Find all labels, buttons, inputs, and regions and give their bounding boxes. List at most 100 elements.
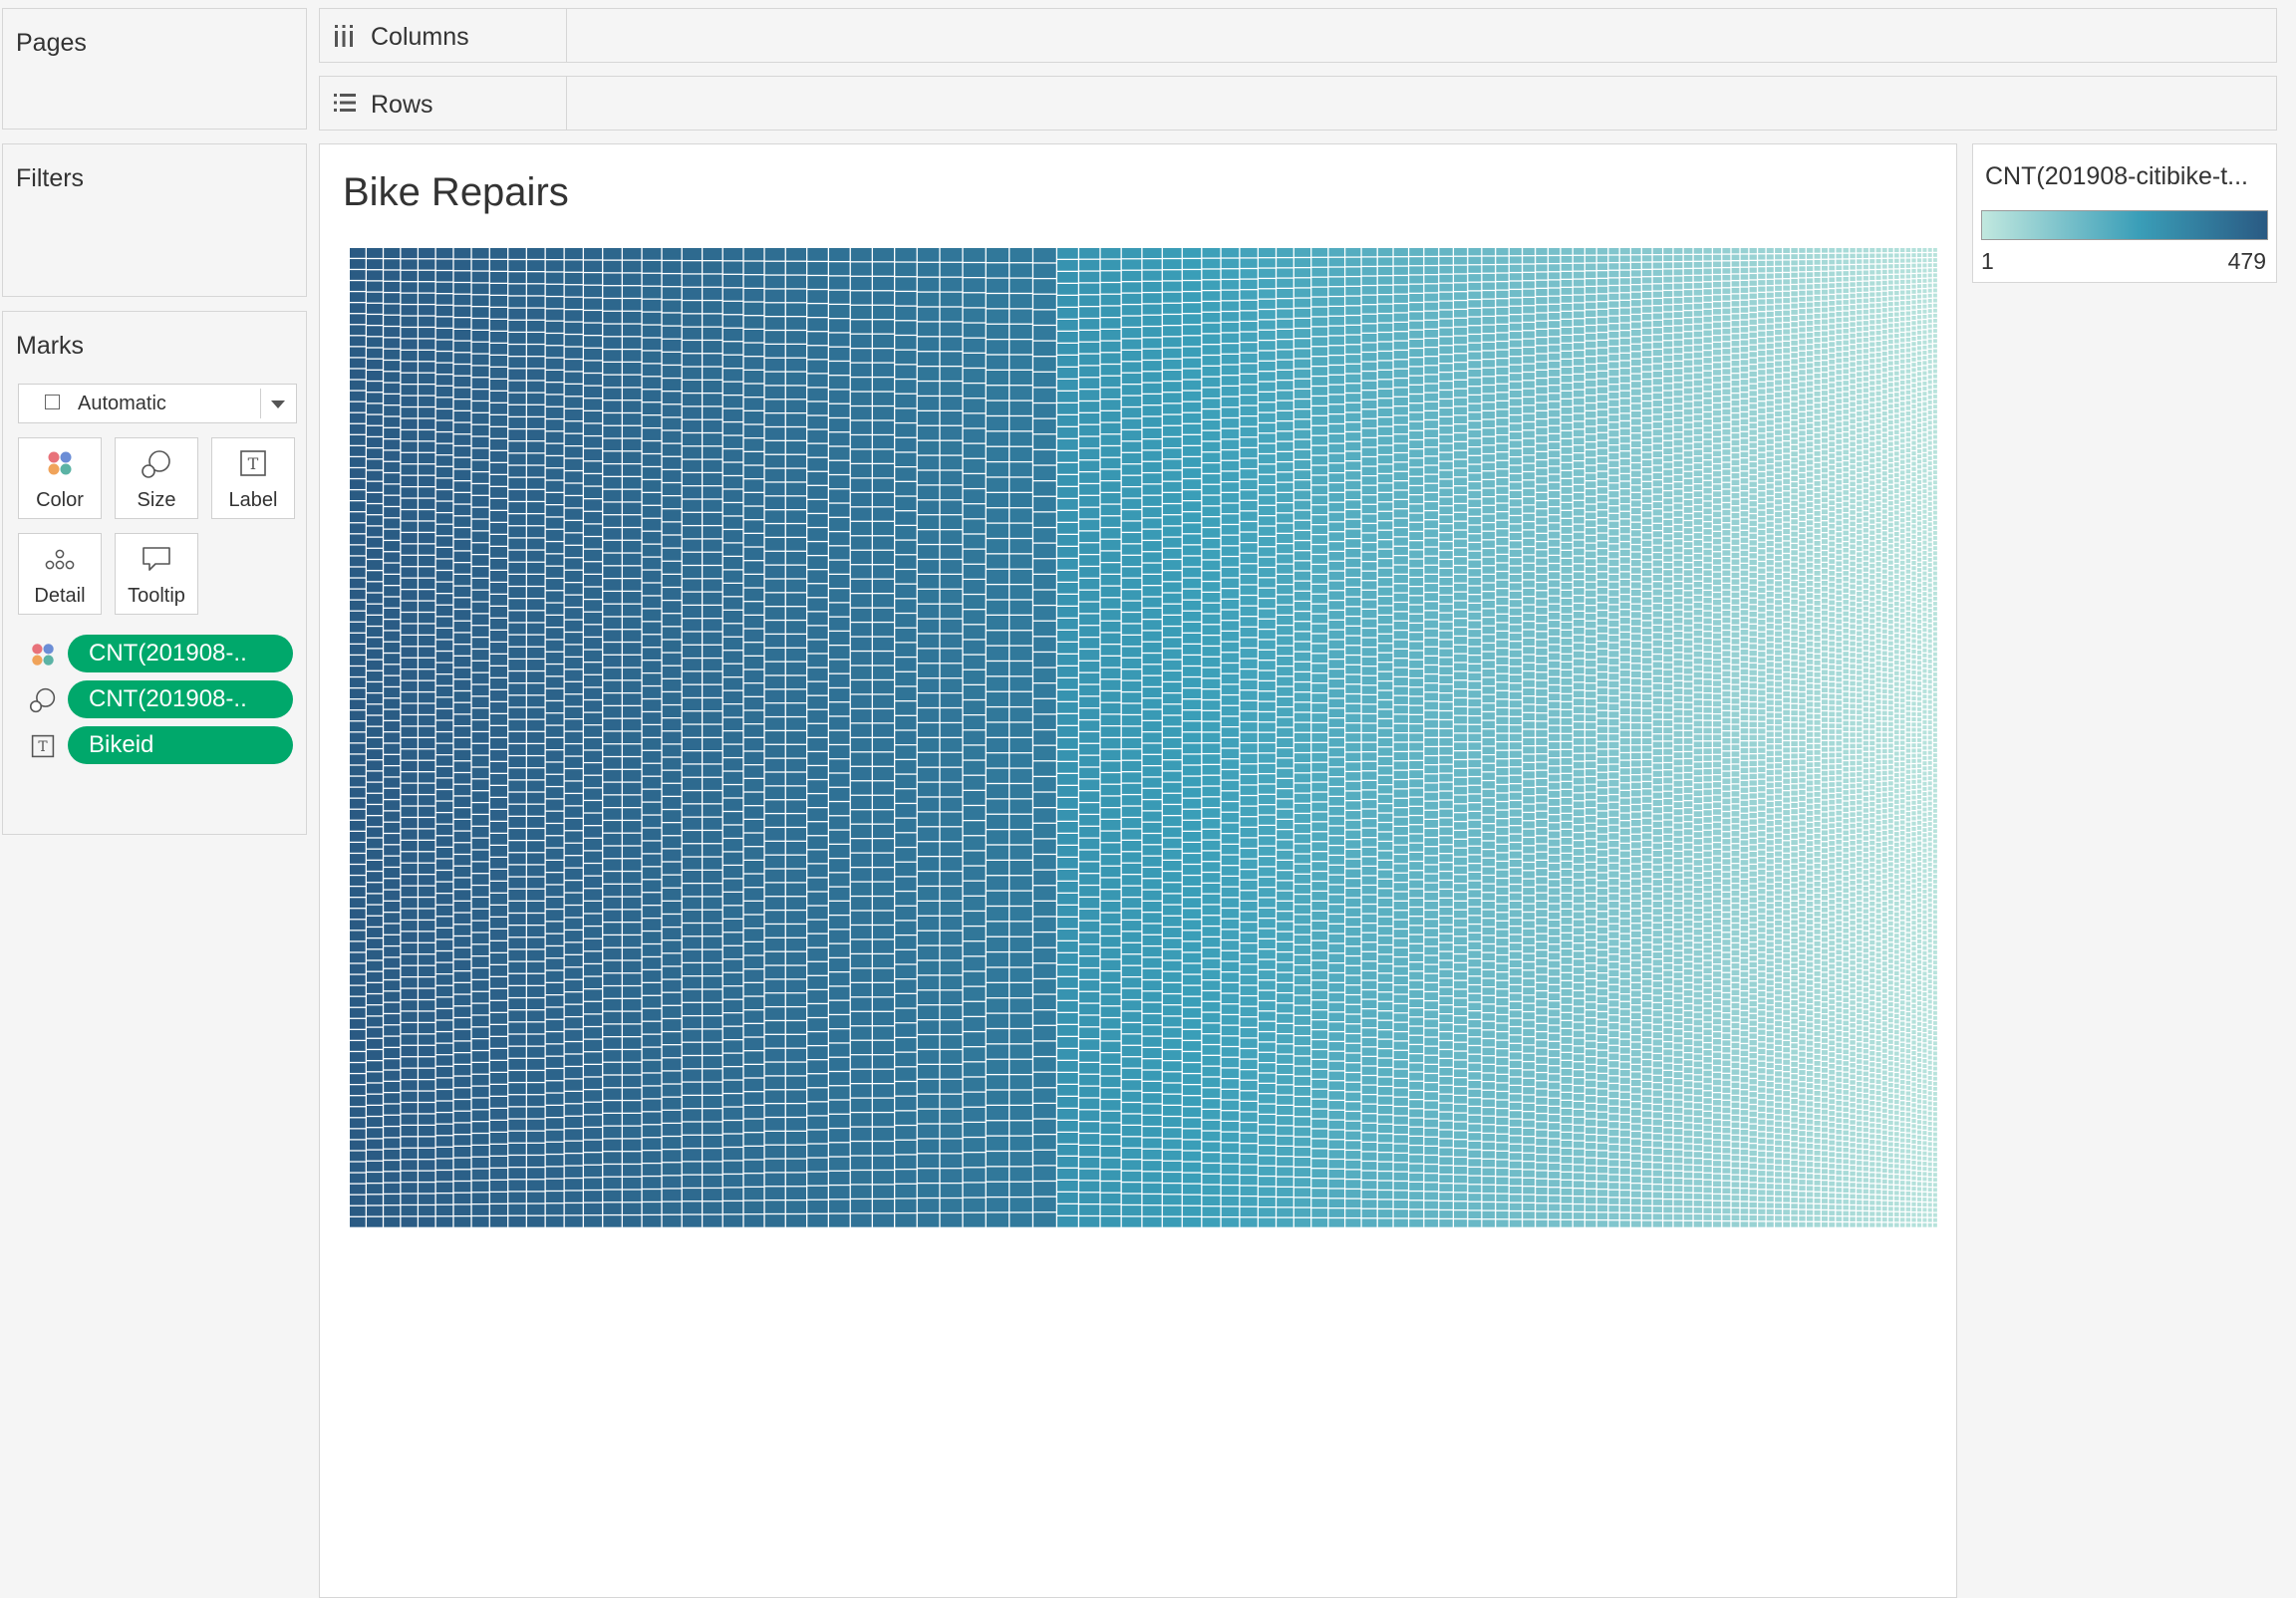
treemap-tile	[1121, 613, 1142, 624]
treemap-tile	[401, 1091, 418, 1102]
treemap-tile	[401, 305, 418, 316]
treemap-tile	[1393, 1144, 1408, 1153]
pages-panel[interactable]: Pages	[2, 8, 307, 130]
treemap-tile	[1182, 1085, 1202, 1096]
treemap-tile	[603, 859, 622, 871]
treemap-tile	[850, 305, 872, 320]
treemap-tile	[1377, 314, 1393, 323]
treemap-tile	[1345, 879, 1361, 888]
treemap-tile	[1345, 519, 1361, 529]
mark-type-dropdown[interactable]: Automatic	[18, 384, 297, 423]
treemap-tile	[1162, 1117, 1182, 1128]
tooltip-button[interactable]: Tooltip	[115, 533, 198, 615]
treemap-tile	[940, 322, 963, 337]
treemap-tile	[850, 853, 872, 867]
treemap-tile	[1259, 1032, 1276, 1042]
treemap-tile	[722, 651, 743, 664]
treemap-tile	[1202, 1206, 1221, 1216]
treemap-tile	[367, 782, 383, 793]
treemap-tile	[1277, 993, 1293, 1003]
color-field-pill[interactable]: CNT(201908-..	[68, 635, 293, 672]
treemap-tile	[940, 560, 963, 574]
treemap-tile	[1377, 540, 1393, 549]
detail-button[interactable]: Detail	[18, 533, 102, 615]
treemap-tile	[986, 1167, 1009, 1182]
treemap-tile	[986, 662, 1009, 676]
treemap-tile	[829, 802, 850, 816]
treemap-tile	[545, 885, 564, 897]
treemap-tile	[1221, 770, 1240, 780]
label-field-pill[interactable]: Bikeid	[68, 726, 293, 764]
treemap-tile	[743, 479, 764, 492]
treemap-tile	[807, 738, 828, 751]
treemap-tile	[526, 707, 545, 719]
treemap-tile	[963, 1092, 986, 1107]
size-field-pill[interactable]: CNT(201908-..	[68, 680, 293, 718]
treemap-tile	[1454, 971, 1468, 980]
treemap-tile	[850, 983, 872, 997]
treemap-tile	[453, 318, 471, 329]
treemap-tile	[367, 760, 383, 771]
treemap-tile	[367, 560, 383, 570]
treemap-tile	[564, 1129, 583, 1141]
treemap-tile	[471, 295, 489, 306]
treemap-tile	[1409, 376, 1424, 385]
treemap-tile	[963, 248, 986, 262]
treemap-tile	[1424, 611, 1439, 620]
treemap-tile	[1221, 535, 1240, 546]
treemap-tile	[1439, 1130, 1453, 1139]
treemap-tile	[1393, 1088, 1408, 1097]
treemap-tile	[526, 1168, 545, 1180]
treemap-tile	[1202, 1066, 1221, 1077]
treemap-tile	[703, 1135, 722, 1148]
treemap-tile	[367, 448, 383, 459]
marks-title: Marks	[16, 332, 85, 360]
treemap-tile	[1221, 248, 1240, 258]
treemap-tile	[1221, 1047, 1240, 1057]
treemap-tile	[508, 902, 526, 913]
treemap-tile	[1057, 499, 1078, 510]
treemap-tile	[1468, 672, 1482, 681]
treemap-tile	[1182, 732, 1202, 743]
treemap-tile	[603, 464, 622, 476]
treemap-tile	[1057, 487, 1078, 498]
treemap-tile	[1345, 1170, 1361, 1179]
treemap-tile	[1393, 313, 1408, 322]
treemap-tile	[1100, 843, 1121, 854]
treemap-tile	[350, 688, 366, 699]
label-button[interactable]: T Label	[211, 437, 295, 519]
rows-shelf[interactable]: Rows	[319, 76, 2277, 131]
treemap-tile	[1202, 538, 1221, 549]
color-button[interactable]: Color	[18, 437, 102, 519]
treemap-tile	[1393, 640, 1408, 649]
treemap-tile	[419, 977, 435, 988]
treemap-tile	[764, 496, 785, 510]
treemap-tile	[1377, 644, 1393, 653]
columns-shelf[interactable]: Columns	[319, 8, 2277, 63]
treemap-tile	[1033, 1025, 1056, 1041]
treemap-tile	[1277, 1217, 1293, 1227]
treemap-tile	[1393, 528, 1408, 537]
treemap-tile	[1454, 1193, 1468, 1201]
treemap-tile	[435, 629, 453, 640]
treemap-tile	[1033, 808, 1056, 823]
treemap-tile	[350, 898, 366, 909]
treemap-chart[interactable]	[350, 248, 1941, 1228]
treemap-tile	[1293, 895, 1311, 905]
treemap-tile	[807, 318, 828, 332]
treemap-tile	[662, 1110, 682, 1123]
treemap-tile	[829, 262, 850, 276]
treemap-tile	[1393, 817, 1408, 826]
treemap-tile	[850, 766, 872, 781]
treemap-tile	[850, 652, 872, 666]
filters-panel[interactable]: Filters	[2, 143, 307, 297]
treemap-tile	[1439, 560, 1453, 568]
treemap-tile	[1202, 1034, 1221, 1044]
size-button[interactable]: Size	[115, 437, 198, 519]
treemap-tile	[1182, 865, 1202, 875]
treemap-tile	[1439, 274, 1453, 283]
treemap-tile	[1377, 1020, 1393, 1030]
treemap-tile	[1361, 838, 1377, 847]
treemap-tile	[603, 706, 622, 718]
treemap-tile	[807, 709, 828, 723]
